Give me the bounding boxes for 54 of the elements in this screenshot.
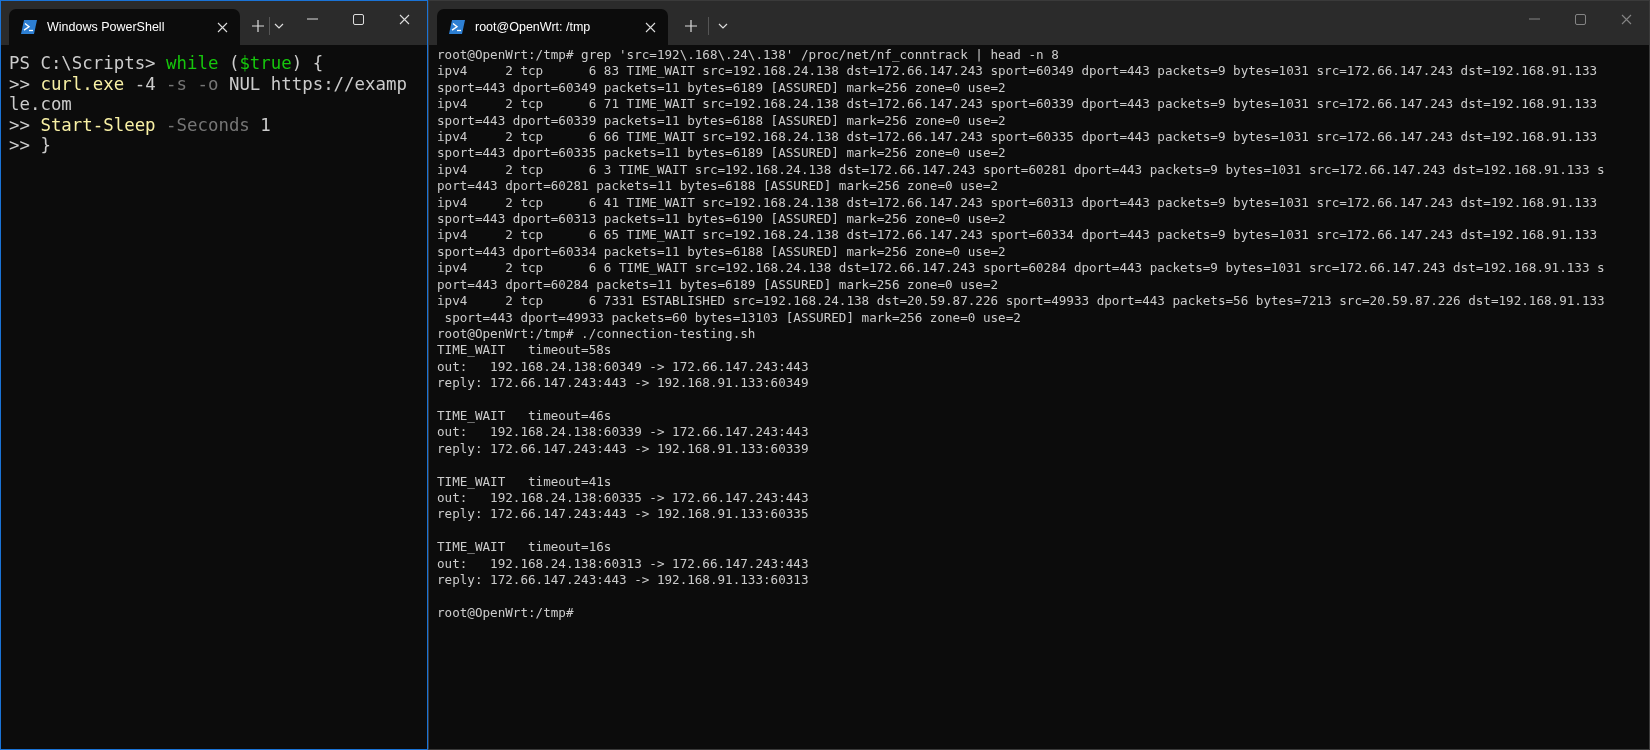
terminal-line: ipv4 2 tcp 6 65 TIME_WAIT src=192.168.24.138 dst=172.66.147.243 sport=60334 dport=443 packets=9 bytes=1031 src=172.66.147.243 dst=192.168.91.133 [437,227,1598,244]
terminal-line: root@OpenWrt:/tmp# grep 'src=192\.168\.24\.138' /proc/net/nf_conntrack | head -n 8 [437,47,1059,64]
terminal-line: ipv4 2 tcp 6 41 TIME_WAIT src=192.168.24.138 dst=172.66.147.243 sport=60313 dport=443 packets=9 bytes=1031 src=172.66.147.243 dst=192.168.91.133 [437,194,1598,212]
terminal-line: >> curl.exe -4 -s -o NUL https://examp [9,73,407,95]
terminal-line: >> } [9,135,51,156]
terminal-line: ipv4 2 tcp 6 66 TIME_WAIT src=192.168.24.138 dst=172.66.147.243 sport=60335 dport=443 packets=9 bytes=1031 src=172.66.147.243 dst=192.168.91.133 [437,129,1598,146]
terminal-line: sport=443 dport=60349 packets=11 bytes=6189 [ASSURED] mark=256 zone=0 use=2 [437,79,1006,97]
maximize-icon [1574,13,1586,25]
terminal-line: PS C:\Scripts> while ($true) { [9,53,324,74]
terminal-line: TIME_WAIT timeout=58s [437,342,612,359]
terminal-line: sport=443 dport=60335 packets=11 bytes=6189 [ASSURED] mark=256 zone=0 use=2 [437,145,1006,162]
terminal-line: >> Start-Sleep -Seconds 1 [9,114,271,136]
terminal-line: reply: 172.66.147.243:443 -> 192.168.91.133:60339 [437,440,809,458]
close-icon [645,21,656,33]
terminal-line: port=443 dport=60281 packets=11 bytes=6188 [ASSURED] mark=256 zone=0 use=2 [437,178,999,195]
tab-title: Windows PowerShell [47,18,166,36]
terminal-line: out: 192.168.24.138:60335 -> 172.66.147.243:443 [437,489,809,507]
terminal-icon [21,20,37,34]
terminal-line: ipv4 2 tcp 6 71 TIME_WAIT src=192.168.24.138 dst=172.66.147.243 sport=60339 dport=443 packets=9 bytes=1031 src=172.66.147.243 dst=192.168.91.133 [437,96,1598,113]
terminal-line: port=443 dport=60284 packets=11 bytes=6189 [ASSURED] mark=256 zone=0 use=2 [437,276,999,294]
terminal-line: reply: 172.66.147.243:443 -> 192.168.91.133:60335 [437,506,809,523]
terminal-line: sport=443 dport=60313 packets=11 bytes=6190 [ASSURED] mark=256 zone=0 use=2 [437,211,1006,228]
close-icon [1620,13,1632,25]
chevron-down-icon [718,23,728,29]
minimize-icon [1528,18,1540,20]
terminal-line: sport=443 dport=49933 packets=60 bytes=13103 [ASSURED] mark=256 zone=0 use=2 [443,309,1021,326]
terminal-line: out: 192.168.24.138:60339 -> 172.66.147.243:443 [437,424,809,441]
terminal-line: root@OpenWrt:/tmp# ./connection-testing.sh [437,325,756,343]
terminal-line: out: 192.168.24.138:60349 -> 172.66.147.243:443 [437,358,809,376]
tab-title: root@OpenWrt: /tmp [475,18,592,36]
chevron-down-icon [274,23,285,29]
plus-icon [685,20,697,32]
terminal-line: ipv4 2 tcp 6 7331 ESTABLISHED src=192.168.24.138 dst=20.59.87.226 sport=49933 dport=443 packets=56 bytes=7213 src=20.59.87.226 dst=192.168.91.133 [437,293,1605,310]
minimize-icon [306,18,318,20]
terminal-tab[interactable]: root@OpenWrt: /tmp [437,9,668,45]
terminal-line: sport=443 dport=60339 packets=11 bytes=6188 [ASSURED] mark=256 zone=0 use=2 [437,112,1006,130]
terminal-line: ipv4 2 tcp 6 3 TIME_WAIT src=192.168.24.138 dst=172.66.147.243 sport=60281 dport=443 packets=9 bytes=1031 src=172.66.147.243 dst=192.168.91.133 s [437,161,1605,179]
plus-icon [251,20,264,32]
terminal-line: root@OpenWrt:/tmp# [437,604,574,622]
maximize-icon [352,13,364,25]
terminal-line: reply: 172.66.147.243:443 -> 192.168.91.133:60313 [437,571,809,589]
terminal-line: le.com [9,94,72,115]
close-icon [398,13,410,25]
terminal-icon [449,20,465,34]
terminal-line: TIME_WAIT timeout=16s [437,539,612,556]
terminal-line: out: 192.168.24.138:60313 -> 172.66.147.243:443 [437,555,809,572]
terminal-line: ipv4 2 tcp 6 6 TIME_WAIT src=192.168.24.138 dst=172.66.147.243 sport=60284 dport=443 packets=9 bytes=1031 src=172.66.147.243 dst=192.168.91.133 s [437,260,1605,277]
close-icon [217,21,228,33]
terminal-line: TIME_WAIT timeout=46s [437,407,612,425]
terminal-line: ipv4 2 tcp 6 83 TIME_WAIT src=192.168.24.138 dst=172.66.147.243 sport=60349 dport=443 packets=9 bytes=1031 src=172.66.147.243 dst=192.168.91.133 [437,63,1598,80]
terminal-line: sport=443 dport=60334 packets=11 bytes=6188 [ASSURED] mark=256 zone=0 use=2 [437,243,1006,261]
terminal-line: reply: 172.66.147.243:443 -> 192.168.91.133:60349 [437,375,809,392]
terminal-tab[interactable]: Windows PowerShell [9,9,240,45]
terminal-line: TIME_WAIT timeout=41s [437,473,612,490]
